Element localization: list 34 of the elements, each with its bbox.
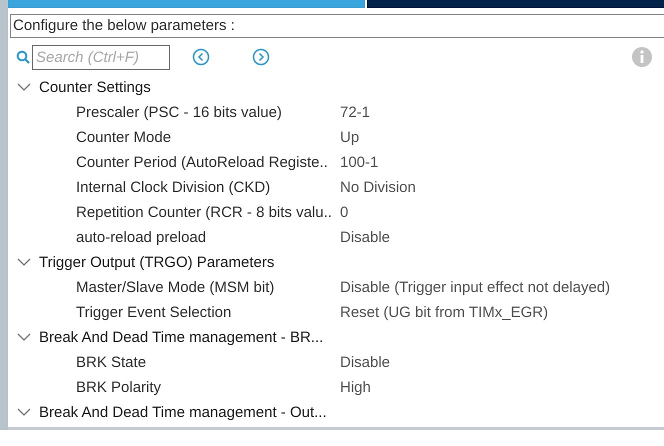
parameter-value[interactable]: 72-1 [340, 104, 664, 121]
parameter-value[interactable]: Reset (UG bit from TIMx_EGR) [340, 304, 664, 321]
parameter-value[interactable]: 0 [340, 204, 664, 221]
parameter-value[interactable]: Disable [340, 354, 664, 371]
parameter-label: Internal Clock Division (CKD) [76, 179, 272, 196]
chevron-icon[interactable] [17, 408, 31, 417]
parameter-label: Counter Period (AutoReload Registe.. [76, 154, 329, 171]
parameter-label: BRK Polarity [76, 379, 162, 396]
previous-button[interactable] [192, 48, 210, 66]
chevron-icon[interactable] [17, 83, 31, 92]
parameter-value[interactable]: High [340, 379, 664, 396]
group-label: Trigger Output (TRGO) Parameters [39, 254, 274, 271]
group-label: Counter Settings [39, 79, 151, 96]
group-label: Break And Dead Time management - BR... [39, 329, 324, 346]
parameter-label: Prescaler (PSC - 16 bits value) [76, 104, 283, 121]
search-icon [16, 50, 30, 64]
parameter-value[interactable]: Up [340, 129, 664, 146]
parameter-value[interactable]: No Division [340, 179, 664, 196]
chevron-icon[interactable] [17, 258, 31, 267]
parameter-label: Trigger Event Selection [76, 304, 232, 321]
parameter-label: BRK State [76, 354, 148, 371]
parameter-value[interactable]: Disable [340, 229, 664, 246]
parameter-label: Counter Mode [76, 129, 172, 146]
group-label: Break And Dead Time management - Out... [39, 404, 327, 421]
chevron-icon[interactable] [17, 333, 31, 342]
parameter-value[interactable]: Disable (Trigger input effect not delayed) [340, 279, 664, 296]
parameter-value[interactable]: 100-1 [340, 154, 664, 171]
parameter-label: auto-reload preload [76, 229, 208, 246]
parameter-label: Repetition Counter (RCR - 8 bits valu.. [76, 204, 333, 221]
parameter-label: Master/Slave Mode (MSM bit) [76, 279, 276, 296]
search-field[interactable]: Search (Ctrl+F) [32, 44, 170, 70]
next-button[interactable] [252, 48, 270, 66]
section-header: Configure the below parameters : [10, 14, 664, 38]
info-icon[interactable] [632, 47, 652, 67]
